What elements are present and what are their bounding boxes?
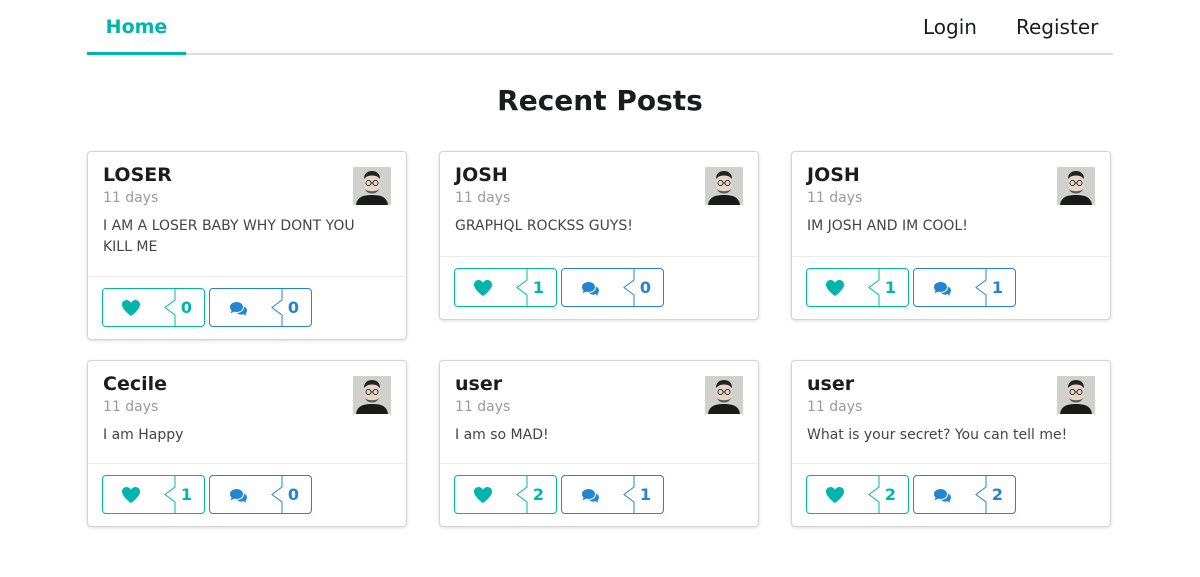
post-body: I am Happy bbox=[103, 427, 184, 443]
post-card[interactable]: LOSER 11 days I AM A LOSER BABY WHY DONT… bbox=[87, 151, 407, 340]
comment-count: 0 bbox=[639, 278, 651, 297]
post-username: JOSH bbox=[455, 164, 508, 186]
comment-button[interactable]: 2 bbox=[913, 475, 1016, 514]
label-pointer bbox=[268, 288, 284, 327]
nav-register-link[interactable]: Register bbox=[1016, 0, 1098, 55]
like-count: 0 bbox=[180, 298, 192, 317]
like-button[interactable]: 2 bbox=[454, 475, 557, 514]
comments-icon bbox=[228, 486, 248, 504]
heart-icon bbox=[825, 279, 845, 297]
post-card[interactable]: user 11 days I am so MAD! 2 1 bbox=[439, 360, 759, 527]
post-body: What is your secret? You can tell me! bbox=[807, 427, 1068, 443]
comment-button[interactable]: 0 bbox=[209, 288, 312, 327]
label-pointer bbox=[972, 268, 988, 307]
post-date[interactable]: 11 days bbox=[455, 188, 743, 208]
page-title: Recent Posts bbox=[497, 84, 703, 117]
post-actions: 1 1 bbox=[792, 256, 1110, 319]
post-date[interactable]: 11 days bbox=[103, 397, 391, 417]
post-username: Cecile bbox=[103, 373, 168, 395]
comment-button[interactable]: 0 bbox=[209, 475, 312, 514]
avatar bbox=[705, 167, 743, 205]
like-count: 1 bbox=[884, 278, 896, 297]
post-actions: 0 0 bbox=[88, 276, 406, 339]
comments-icon bbox=[932, 279, 952, 297]
comment-count: 0 bbox=[287, 485, 299, 504]
avatar bbox=[705, 376, 743, 414]
comments-icon bbox=[580, 486, 600, 504]
like-button[interactable]: 1 bbox=[102, 475, 205, 514]
post-username: user bbox=[807, 373, 855, 395]
top-nav: Home Login Register bbox=[87, 0, 1113, 55]
like-button[interactable]: 0 bbox=[102, 288, 205, 327]
label-pointer bbox=[620, 475, 636, 514]
label-pointer bbox=[620, 268, 636, 307]
comment-button[interactable]: 1 bbox=[913, 268, 1016, 307]
comment-button[interactable]: 1 bbox=[561, 475, 664, 514]
label-pointer bbox=[268, 475, 284, 514]
post-username: LOSER bbox=[103, 164, 172, 186]
heart-icon bbox=[121, 299, 141, 317]
post-body: I AM A LOSER BABY WHY DONT YOU KILL ME bbox=[103, 218, 355, 255]
post-card[interactable]: JOSH 11 days IM JOSH AND IM COOL! 1 1 bbox=[791, 151, 1111, 320]
like-count: 1 bbox=[180, 485, 192, 504]
label-pointer bbox=[161, 288, 177, 327]
label-pointer bbox=[513, 475, 529, 514]
post-actions: 1 0 bbox=[440, 256, 758, 319]
post-actions: 2 1 bbox=[440, 463, 758, 526]
avatar bbox=[1057, 376, 1095, 414]
heart-icon bbox=[121, 486, 141, 504]
post-card[interactable]: user 11 days What is your secret? You ca… bbox=[791, 360, 1111, 527]
post-body: GRAPHQL ROCKSS GUYS! bbox=[455, 218, 633, 234]
label-pointer bbox=[161, 475, 177, 514]
post-date[interactable]: 11 days bbox=[807, 188, 1095, 208]
post-card[interactable]: Cecile 11 days I am Happy 1 0 bbox=[87, 360, 407, 527]
post-body: I am so MAD! bbox=[455, 427, 549, 443]
label-pointer bbox=[513, 268, 529, 307]
comment-count: 0 bbox=[287, 298, 299, 317]
like-button[interactable]: 1 bbox=[454, 268, 557, 307]
comment-button[interactable]: 0 bbox=[561, 268, 664, 307]
heart-icon bbox=[473, 486, 493, 504]
like-button[interactable]: 1 bbox=[806, 268, 909, 307]
heart-icon bbox=[473, 279, 493, 297]
label-pointer bbox=[865, 475, 881, 514]
post-card[interactable]: JOSH 11 days GRAPHQL ROCKSS GUYS! 1 0 bbox=[439, 151, 759, 320]
like-count: 2 bbox=[884, 485, 896, 504]
comments-icon bbox=[932, 486, 952, 504]
post-actions: 2 2 bbox=[792, 463, 1110, 526]
like-button[interactable]: 2 bbox=[806, 475, 909, 514]
nav-home-link[interactable]: Home bbox=[87, 0, 186, 55]
post-username: user bbox=[455, 373, 503, 395]
avatar bbox=[353, 376, 391, 414]
comment-count: 1 bbox=[991, 278, 1003, 297]
comment-count: 1 bbox=[639, 485, 651, 504]
post-date[interactable]: 11 days bbox=[807, 397, 1095, 417]
post-date[interactable]: 11 days bbox=[455, 397, 743, 417]
post-actions: 1 0 bbox=[88, 463, 406, 526]
comment-count: 2 bbox=[991, 485, 1003, 504]
label-pointer bbox=[865, 268, 881, 307]
page-container: Home Login Register Recent Posts LOSER 1… bbox=[87, 0, 1113, 527]
post-date[interactable]: 11 days bbox=[103, 188, 391, 208]
post-body: IM JOSH AND IM COOL! bbox=[807, 218, 968, 234]
comments-icon bbox=[580, 279, 600, 297]
like-count: 2 bbox=[532, 485, 544, 504]
label-pointer bbox=[972, 475, 988, 514]
like-count: 1 bbox=[532, 278, 544, 297]
avatar bbox=[353, 167, 391, 205]
post-username: JOSH bbox=[807, 164, 860, 186]
avatar bbox=[1057, 167, 1095, 205]
comments-icon bbox=[228, 299, 248, 317]
heart-icon bbox=[825, 486, 845, 504]
nav-login-link[interactable]: Login bbox=[923, 0, 977, 55]
